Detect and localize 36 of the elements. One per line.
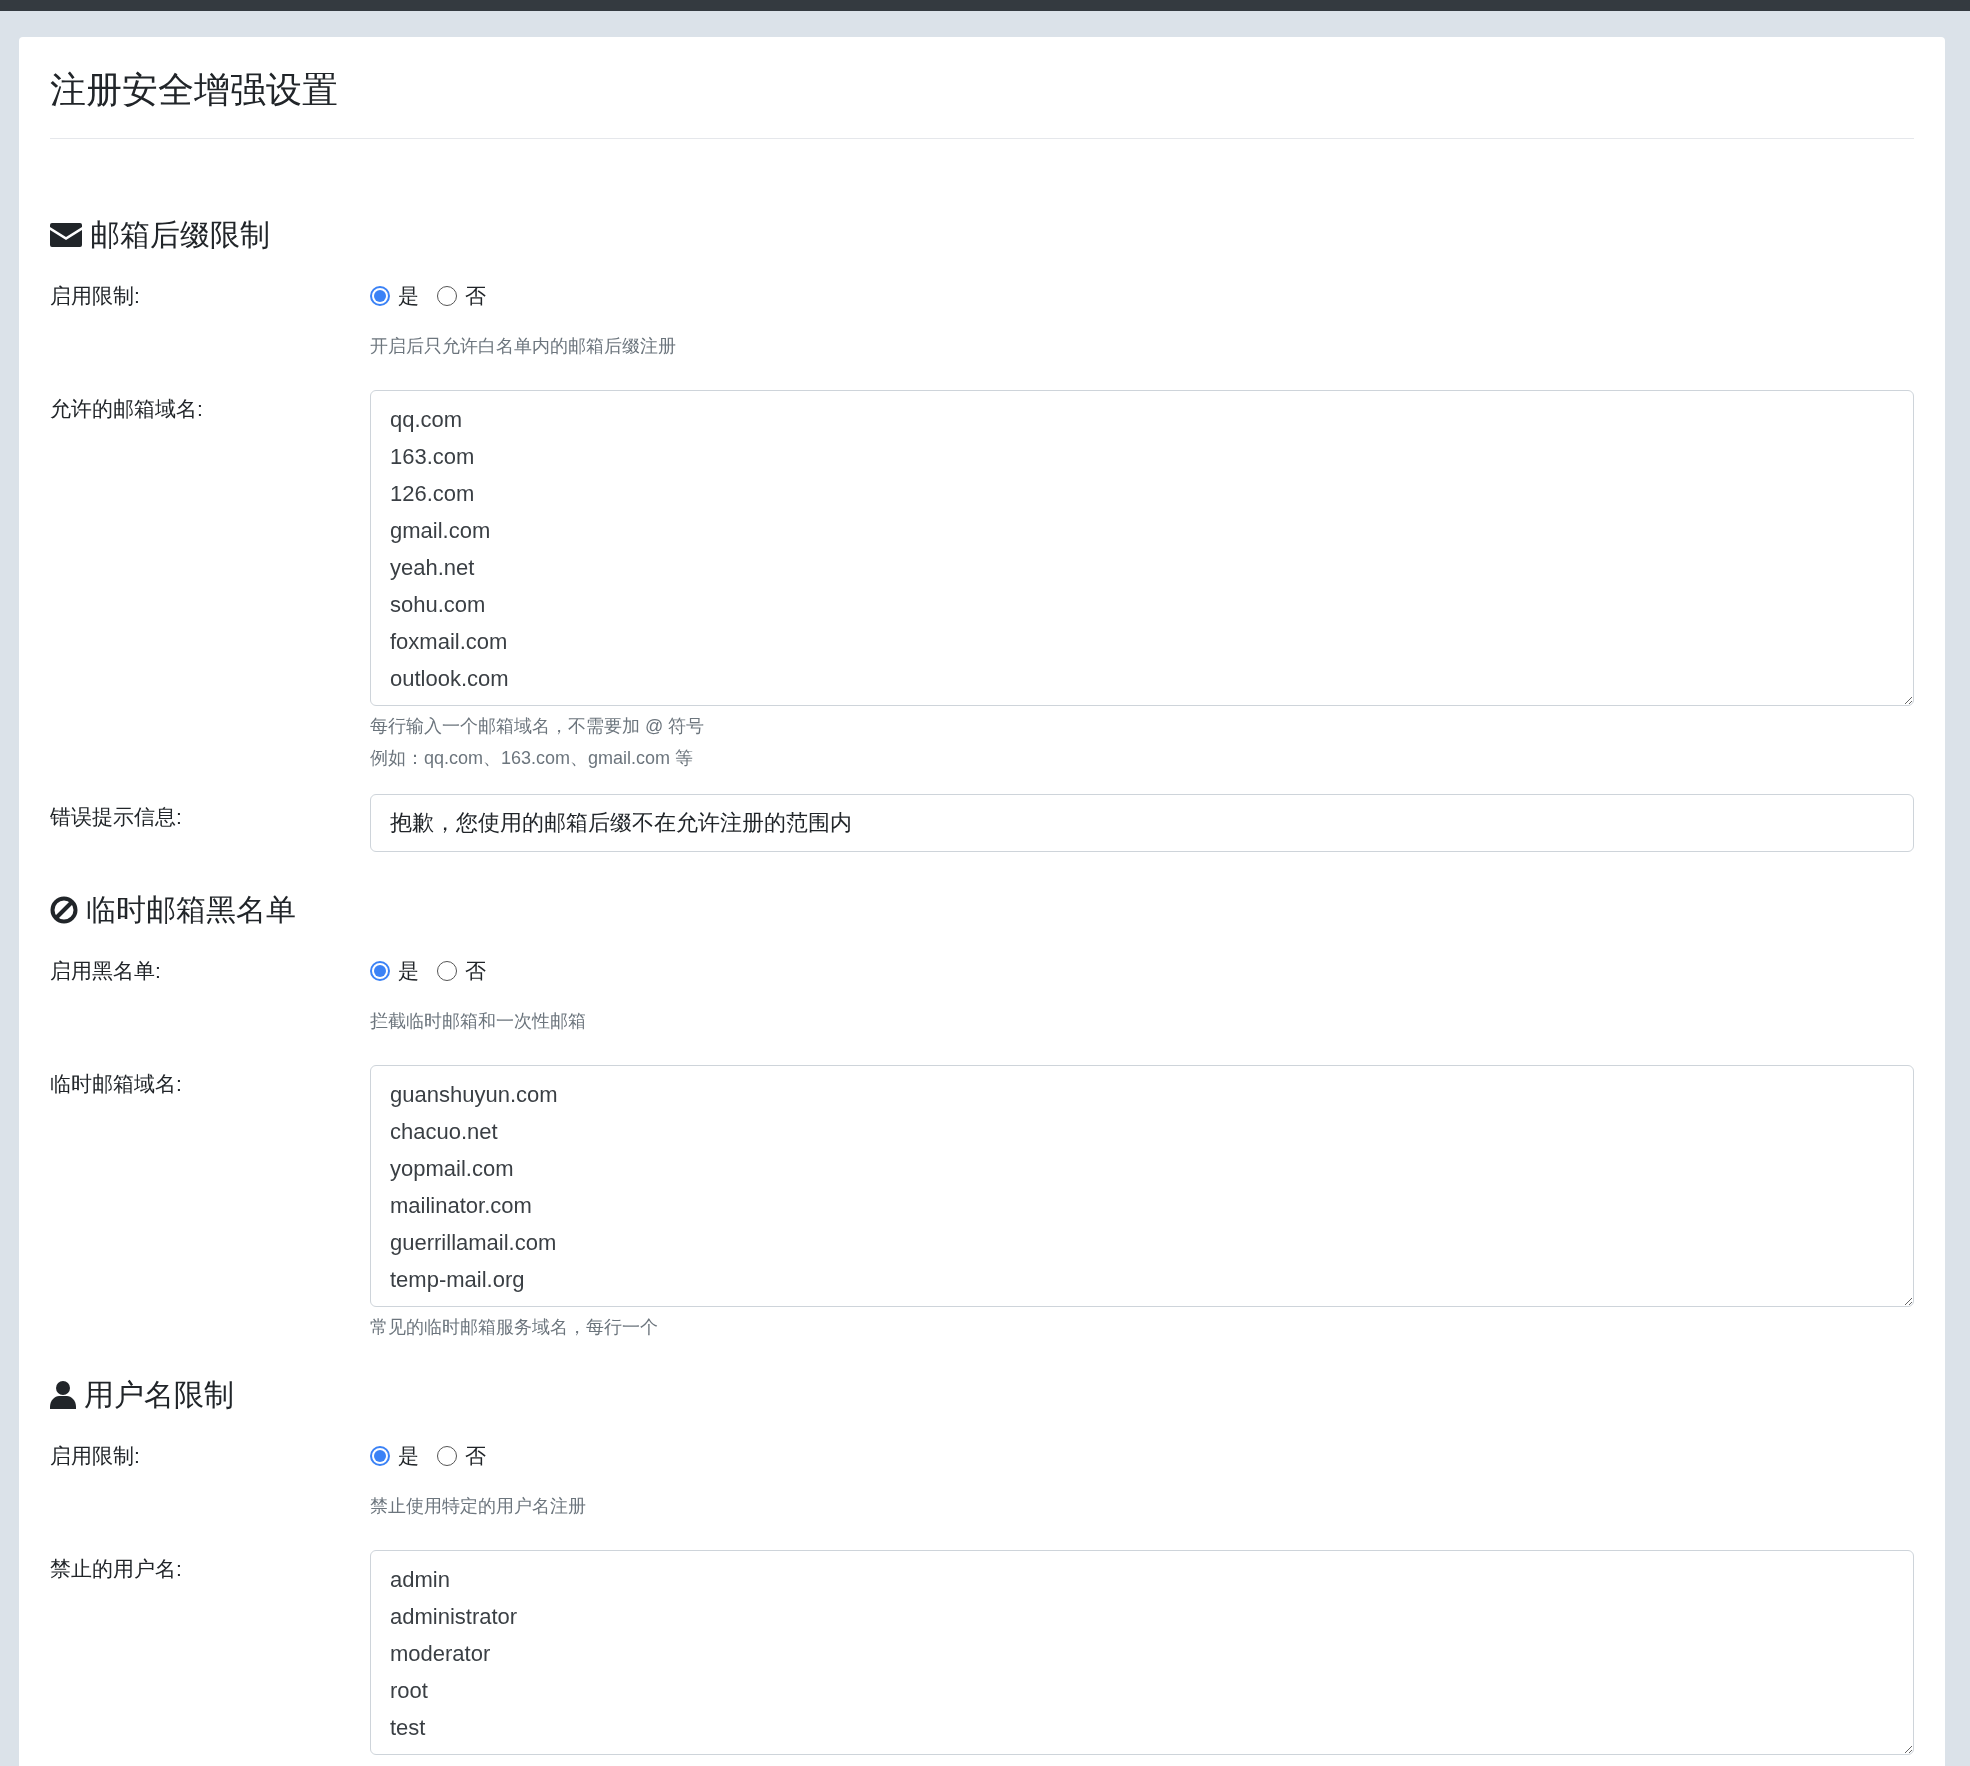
help-text: 每行输入一个邮箱域名，不需要加 @ 符号 (370, 715, 706, 738)
field-label: 错误提示信息: (50, 805, 182, 828)
radio-button[interactable] (370, 961, 390, 981)
section-heading: 邮箱后缀限制 (90, 217, 270, 253)
help-text: 开启后只允许白名单内的邮箱后缀注册 (370, 335, 677, 358)
radio-button[interactable] (437, 1446, 457, 1466)
help-text: 禁止使用特定的用户名注册 (370, 1495, 587, 1518)
text-input[interactable]: 抱歉，您使用的邮箱后缀不在允许注册的范围内 (370, 794, 1914, 852)
envelope-icon (50, 223, 82, 247)
field-label: 启用限制: (50, 284, 140, 307)
radio-button[interactable] (437, 286, 457, 306)
help-text: 例如：qq.com、163.com、gmail.com 等 (370, 747, 695, 770)
textarea-field[interactable]: admin administrator moderator root test (370, 1550, 1914, 1755)
radio-option[interactable]: 是 (370, 280, 419, 312)
ban-icon (50, 896, 78, 924)
radio-option[interactable]: 否 (437, 1440, 486, 1472)
radio-button[interactable] (370, 286, 390, 306)
radio-option[interactable]: 是 (370, 1440, 419, 1472)
user-icon (50, 1381, 76, 1409)
radio-option[interactable]: 否 (437, 955, 486, 987)
radio-option[interactable]: 否 (437, 280, 486, 312)
field-label: 启用限制: (50, 1444, 140, 1467)
section-heading: 用户名限制 (84, 1377, 234, 1413)
page-title: 注册安全增强设置 (50, 68, 339, 112)
help-text: 拦截临时邮箱和一次性邮箱 (370, 1010, 587, 1033)
field-label: 允许的邮箱域名: (50, 397, 203, 420)
radio-button[interactable] (437, 961, 457, 981)
textarea-field[interactable]: guanshuyun.com chacuo.net yopmail.com mailinator.com guerrillamail.com temp-mail.org (370, 1065, 1914, 1307)
field-label: 启用黑名单: (50, 959, 161, 982)
section-heading: 临时邮箱黑名单 (86, 892, 296, 928)
field-label: 禁止的用户名: (50, 1557, 182, 1580)
help-text: 常见的临时邮箱服务域名，每行一个 (370, 1316, 659, 1339)
radio-button[interactable] (370, 1446, 390, 1466)
radio-option[interactable]: 是 (370, 955, 419, 987)
textarea-field[interactable]: qq.com 163.com 126.com gmail.com yeah.net sohu.com foxmail.com outlook.com (370, 390, 1914, 706)
field-label: 临时邮箱域名: (50, 1072, 182, 1095)
